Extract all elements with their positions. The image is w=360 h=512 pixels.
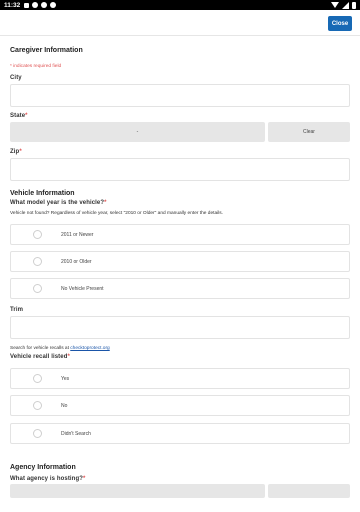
state-select[interactable]: - xyxy=(10,122,265,142)
status-time: 11:32 xyxy=(4,1,21,9)
status-bar: 11:32 xyxy=(0,0,360,10)
clear-button[interactable]: Clear xyxy=(268,122,350,142)
model-year-question: What model year is the vehicle?* xyxy=(10,200,107,206)
model-year-helper: Vehicle not found? Regardless of vehicle… xyxy=(10,211,223,216)
radio-button[interactable] xyxy=(33,230,42,239)
vehicle-recall-label-text: Vehicle recall listed xyxy=(10,354,68,360)
radio-option-no-vehicle-present[interactable]: No Vehicle Present xyxy=(10,278,350,299)
agency-select[interactable] xyxy=(10,484,265,498)
notification-icon xyxy=(50,2,57,8)
required-asterisk: * xyxy=(104,200,107,206)
required-asterisk: * xyxy=(82,476,86,482)
state-label: State* xyxy=(10,113,28,119)
radio-option-no[interactable]: No xyxy=(10,395,350,416)
model-year-question-text: What model year is the vehicle? xyxy=(10,200,105,206)
radio-button[interactable] xyxy=(33,257,42,266)
radio-button[interactable] xyxy=(33,374,42,383)
radio-option-2011-or-newer[interactable]: 2011 or Newer xyxy=(10,224,350,245)
required-field-note: * indicates required field xyxy=(10,64,62,69)
state-label-text: State xyxy=(10,113,26,119)
recall-search-helper: Search for vehicle recalls at checktopro… xyxy=(10,346,110,351)
zip-label: Zip* xyxy=(10,149,22,155)
vehicle-section-title: Vehicle Information xyxy=(10,190,75,197)
zip-input[interactable] xyxy=(10,158,350,181)
radio-label: Didn't Search xyxy=(61,430,91,437)
radio-button[interactable] xyxy=(33,429,42,438)
close-button[interactable]: Close xyxy=(328,16,352,31)
battery-icon xyxy=(352,1,356,9)
city-input[interactable] xyxy=(10,84,350,107)
required-asterisk: * xyxy=(25,113,28,119)
radio-option-yes[interactable]: Yes xyxy=(10,368,350,389)
caregiver-section-title: Caregiver Information xyxy=(10,47,83,54)
agency-section-title: Agency Information xyxy=(10,464,76,471)
radio-button[interactable] xyxy=(33,284,42,293)
recall-helper-text: Search for vehicle recalls at xyxy=(10,346,71,351)
radio-label: No xyxy=(61,402,68,409)
city-label: City xyxy=(10,75,22,81)
wifi-icon xyxy=(331,2,339,8)
radio-label: 2010 or Older xyxy=(61,258,92,265)
top-bar: Close xyxy=(0,10,360,36)
zip-label-text: Zip xyxy=(10,149,20,155)
agency-clear-button[interactable] xyxy=(268,484,350,498)
radio-label: 2011 or Newer xyxy=(61,231,94,238)
radio-option-didnt-search[interactable]: Didn't Search xyxy=(10,423,350,444)
notification-icon xyxy=(24,2,30,8)
radio-label: No Vehicle Present xyxy=(61,285,104,292)
agency-hosting-question: What agency is hosting?* xyxy=(10,476,85,482)
radio-button[interactable] xyxy=(33,401,42,410)
required-asterisk: * xyxy=(67,354,70,360)
vehicle-recall-label: Vehicle recall listed* xyxy=(10,354,70,360)
notification-icon xyxy=(41,2,48,8)
trim-input[interactable] xyxy=(10,316,350,339)
checktoprotect-link[interactable]: checktoprotect.org xyxy=(70,346,109,351)
required-asterisk: * xyxy=(19,149,22,155)
notification-icon xyxy=(32,2,39,8)
agency-hosting-question-text: What agency is hosting? xyxy=(10,476,83,482)
signal-icon xyxy=(342,1,349,9)
trim-label: Trim xyxy=(10,307,24,313)
radio-label: Yes xyxy=(61,375,70,382)
radio-option-2010-or-older[interactable]: 2010 or Older xyxy=(10,251,350,272)
